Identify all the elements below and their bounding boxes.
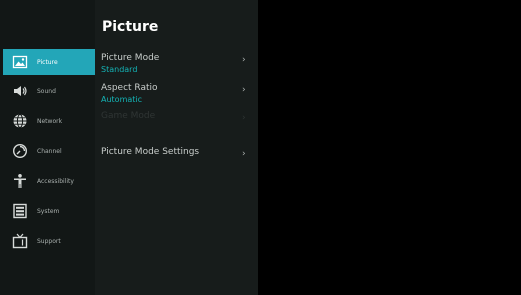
menu-item-aspect-ratio[interactable]: Aspect Ratio Automatic › (95, 83, 258, 109)
sidebar-item-label: Accessibility (37, 177, 74, 185)
sidebar-item-label: Network (37, 117, 63, 125)
menu-item-label: Game Mode (101, 111, 156, 121)
sidebar-item-label: Channel (37, 147, 62, 155)
sidebar-item-network[interactable]: Network (3, 108, 95, 134)
sidebar-item-system[interactable]: System (3, 198, 95, 224)
system-icon (11, 202, 29, 220)
speaker-icon (11, 82, 29, 100)
chevron-right-icon: › (242, 55, 246, 65)
sidebar-item-accessibility[interactable]: Accessibility (3, 168, 95, 194)
chevron-right-icon: › (242, 85, 246, 95)
sidebar-item-channel[interactable]: Channel (3, 138, 95, 164)
page-title: Picture (102, 19, 159, 35)
picture-settings-panel: Picture Picture Mode Standard › Aspect R… (95, 0, 258, 295)
menu-item-value: Automatic (101, 95, 143, 104)
sidebar-item-label: Support (37, 237, 61, 245)
menu-item-picture-mode[interactable]: Picture Mode Standard › (95, 53, 258, 79)
sidebar-item-support[interactable]: Support (3, 228, 95, 254)
menu-item-label: Picture Mode Settings (101, 147, 200, 157)
accessibility-icon (11, 172, 29, 190)
menu-item-label: Picture Mode (101, 53, 160, 63)
globe-icon (11, 112, 29, 130)
sidebar-item-label: System (37, 207, 60, 215)
tv-settings-screen: Picture Sound Network Channel Accessibil… (0, 0, 521, 295)
menu-item-value: Standard (101, 65, 138, 74)
sidebar-item-label: Sound (37, 87, 56, 95)
tv-icon (11, 232, 29, 250)
picture-icon (11, 53, 29, 71)
sidebar-item-picture[interactable]: Picture (3, 49, 95, 75)
chevron-right-icon: › (242, 149, 246, 159)
chevron-right-icon: › (242, 113, 246, 123)
menu-item-picture-mode-settings[interactable]: Picture Mode Settings › (95, 147, 258, 173)
sidebar-item-sound[interactable]: Sound (3, 78, 95, 104)
content-preview-area (258, 0, 521, 295)
channel-icon (11, 142, 29, 160)
menu-item-game-mode: Game Mode › (95, 111, 258, 137)
settings-sidebar: Picture Sound Network Channel Accessibil… (0, 0, 95, 295)
sidebar-item-label: Picture (37, 58, 58, 66)
menu-item-label: Aspect Ratio (101, 83, 158, 93)
